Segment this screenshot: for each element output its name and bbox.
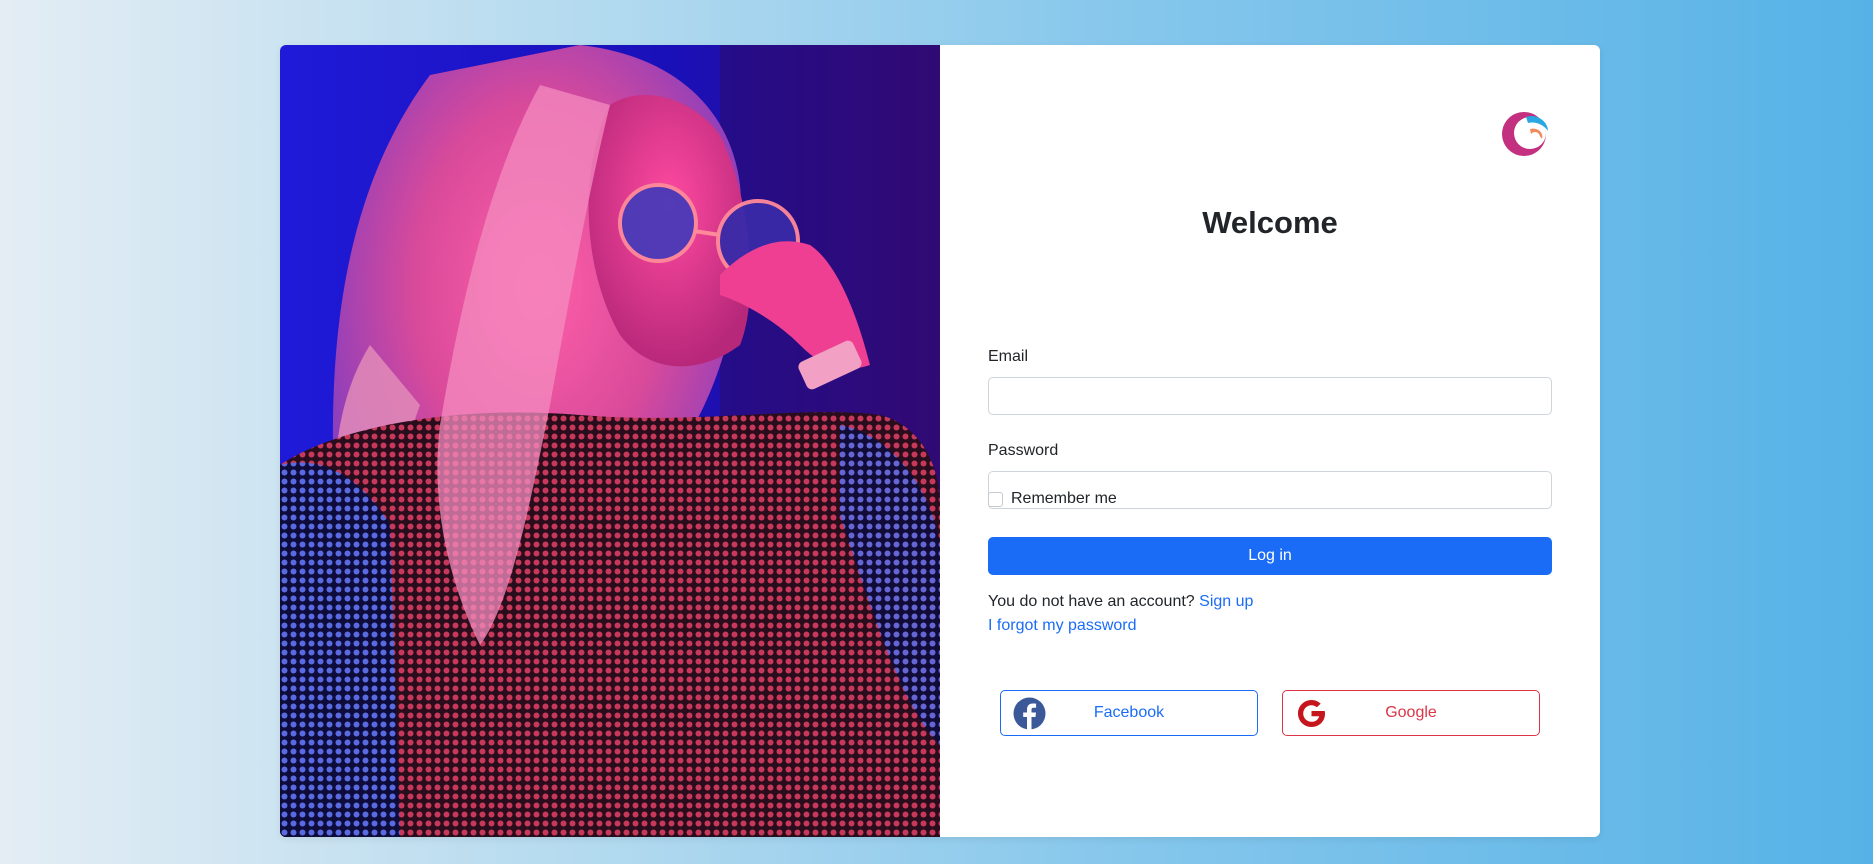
google-login-button[interactable]: Google xyxy=(1282,690,1540,736)
remember-me-checkbox[interactable] xyxy=(988,491,1003,507)
password-label: Password xyxy=(988,442,1059,459)
facebook-icon xyxy=(1013,697,1046,730)
login-card: Welcome Email Password Remember me Log i… xyxy=(280,45,1600,837)
hero-photo xyxy=(280,45,940,837)
brand-logo-icon xyxy=(1502,112,1548,156)
login-form-panel: Welcome Email Password Remember me Log i… xyxy=(940,45,1600,837)
remember-me-label: Remember me xyxy=(1011,490,1117,507)
email-label: Email xyxy=(988,348,1029,365)
login-button[interactable]: Log in xyxy=(988,537,1552,575)
page-title: Welcome xyxy=(1202,205,1338,240)
signup-link[interactable]: Sign up xyxy=(1199,593,1253,610)
email-field[interactable] xyxy=(988,377,1552,415)
facebook-login-button[interactable]: Facebook xyxy=(1000,690,1258,736)
no-account-text: You do not have an account? xyxy=(988,593,1195,610)
hero-photo-illustration xyxy=(280,45,940,837)
remember-me-row[interactable]: Remember me xyxy=(988,490,1117,508)
google-icon xyxy=(1298,700,1325,727)
signup-prompt: You do not have an account? Sign up xyxy=(988,593,1253,611)
forgot-password-link[interactable]: I forgot my password xyxy=(988,617,1137,635)
